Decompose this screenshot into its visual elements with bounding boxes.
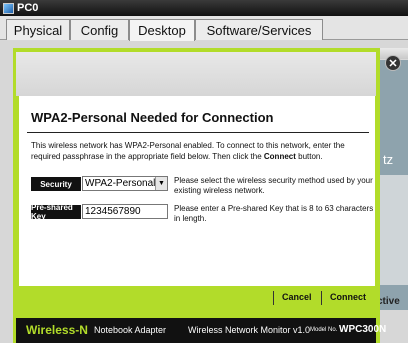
close-icon[interactable]: ✕	[385, 55, 401, 71]
product-name: Notebook Adapter	[94, 325, 167, 335]
cancel-button[interactable]: Cancel	[282, 292, 312, 302]
title-divider	[27, 132, 369, 133]
tab-software-services[interactable]: Software/Services	[195, 19, 323, 40]
app-version: Wireless Network Monitor v1.0	[188, 325, 311, 335]
wireless-monitor-header	[16, 52, 376, 96]
app-window: PC0 Physical Config Desktop Software/Ser…	[0, 0, 408, 343]
model-label: Model No.	[310, 327, 338, 333]
window-title: PC0	[17, 2, 39, 14]
psk-label: Pre-shared Key	[31, 203, 81, 221]
chevron-down-icon[interactable]: ▼	[155, 177, 167, 190]
tab-desktop[interactable]: Desktop	[129, 19, 195, 41]
psk-help-text: Please enter a Pre-shared Key that is 8 …	[174, 204, 374, 223]
connect-button[interactable]: Connect	[330, 292, 366, 302]
dialog-title: WPA2-Personal Needed for Connection	[31, 110, 274, 125]
brand-logo: Wireless-N	[26, 323, 88, 337]
security-select-value: WPA2-Personal	[85, 178, 156, 189]
psk-input[interactable]: 1234567890	[82, 204, 168, 219]
button-separator	[321, 291, 322, 305]
dialog-description: This wireless network has WPA2-Personal …	[31, 141, 345, 161]
security-help-text: Please select the wireless security meth…	[174, 176, 373, 195]
button-separator	[273, 291, 274, 305]
model-number: WPC300N	[339, 324, 387, 335]
footer-bar: Wireless-N Notebook Adapter Wireless Net…	[16, 318, 386, 343]
action-bar	[16, 286, 376, 316]
security-label: Security	[31, 177, 81, 191]
tab-strip: Physical Config Desktop Software/Service…	[0, 16, 408, 41]
background-text-fragment-active: ctive	[377, 296, 400, 307]
tab-config[interactable]: Config	[70, 19, 129, 40]
tab-physical[interactable]: Physical	[6, 19, 70, 40]
security-select[interactable]: WPA2-Personal ▼	[82, 176, 168, 191]
pc-icon	[3, 2, 14, 14]
background-text-fragment: tz	[383, 152, 394, 167]
title-bar: PC0	[0, 0, 408, 16]
